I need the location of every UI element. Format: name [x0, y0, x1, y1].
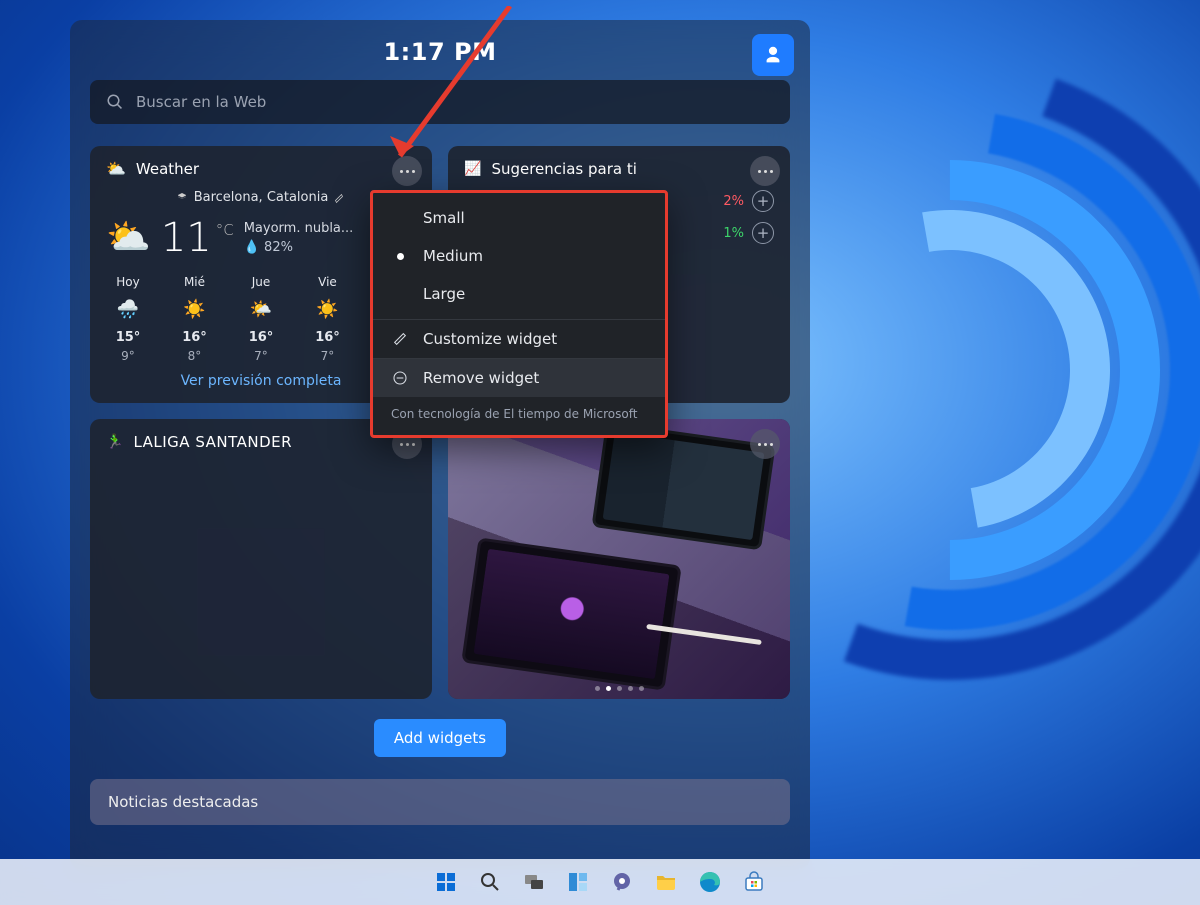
file-explorer-button[interactable]: [649, 865, 683, 899]
suggestions-title: Sugerencias para ti: [491, 160, 636, 178]
task-view-icon: [522, 870, 546, 894]
news-header-label: Noticias destacadas: [108, 793, 258, 811]
search-icon: [478, 870, 502, 894]
widgets-panel: 1:17 PM ⛅ Weather Barcelona, Catalonia ⛅…: [70, 20, 810, 870]
menu-customize-widget[interactable]: Customize widget: [373, 320, 665, 358]
edge-icon: [698, 870, 722, 894]
sport-icon: 🏃: [106, 435, 123, 449]
weather-title: Weather: [136, 160, 199, 178]
add-suggestion-icon[interactable]: +: [752, 222, 774, 244]
user-account-button[interactable]: [752, 34, 794, 76]
forecast-day[interactable]: Hoy 🌧️ 15° 9°: [106, 275, 150, 363]
laliga-title: LALIGA SANTANDER: [133, 433, 292, 451]
current-weather-icon: ⛅: [106, 220, 151, 256]
pencil-icon: [334, 192, 346, 204]
widgets-button[interactable]: [561, 865, 595, 899]
menu-remove-widget[interactable]: Remove widget: [373, 359, 665, 397]
panel-time: 1:17 PM: [90, 38, 790, 66]
forecast-day[interactable]: Mié ☀️ 16° 8°: [173, 275, 217, 363]
stocks-icon: 📈: [464, 161, 481, 177]
news-header-bar[interactable]: Noticias destacadas: [90, 779, 790, 825]
task-view-button[interactable]: [517, 865, 551, 899]
current-humidity: 💧 82%: [244, 238, 354, 258]
store-icon: [742, 870, 766, 894]
person-icon: [762, 44, 784, 66]
taskbar-search-button[interactable]: [473, 865, 507, 899]
forecast-day[interactable]: Jue 🌤️ 16° 7°: [239, 275, 283, 363]
taskbar: [0, 859, 1200, 905]
chat-button[interactable]: [605, 865, 639, 899]
pencil-icon: [391, 331, 409, 347]
location-icon: [176, 192, 188, 204]
add-suggestion-icon[interactable]: +: [752, 190, 774, 212]
remove-icon: [391, 370, 409, 386]
weather-more-button[interactable]: [392, 156, 422, 186]
search-bar[interactable]: [90, 80, 790, 124]
search-icon: [106, 93, 124, 111]
folder-icon: [654, 870, 678, 894]
photo-preview: [448, 419, 790, 699]
store-button[interactable]: [737, 865, 771, 899]
add-widgets-button[interactable]: Add widgets: [374, 719, 506, 757]
menu-size-large[interactable]: Large: [373, 275, 665, 313]
photos-more-button[interactable]: [750, 429, 780, 459]
edge-button[interactable]: [693, 865, 727, 899]
search-input[interactable]: [136, 93, 774, 111]
laliga-widget: 🏃 LALIGA SANTANDER: [90, 419, 432, 699]
windows-icon: [434, 870, 458, 894]
current-condition: Mayorm. nubla...: [244, 219, 354, 239]
menu-size-small[interactable]: Small: [373, 199, 665, 237]
carousel-dots[interactable]: [448, 686, 790, 691]
start-button[interactable]: [429, 865, 463, 899]
menu-size-medium[interactable]: Medium: [373, 237, 665, 275]
weather-location: Barcelona, Catalonia: [194, 190, 329, 205]
forecast-day[interactable]: Vie ☀️ 16° 7°: [306, 275, 350, 363]
current-temp: 11 °C: [161, 215, 234, 261]
chat-icon: [610, 870, 634, 894]
weather-icon: ⛅: [106, 161, 126, 177]
widgets-icon: [566, 870, 590, 894]
photos-widget[interactable]: [448, 419, 790, 699]
suggestions-more-button[interactable]: [750, 156, 780, 186]
widget-context-menu: Small Medium Large Customize widget Remo…: [370, 190, 668, 438]
menu-footer: Con tecnología de El tiempo de Microsoft: [373, 397, 665, 435]
